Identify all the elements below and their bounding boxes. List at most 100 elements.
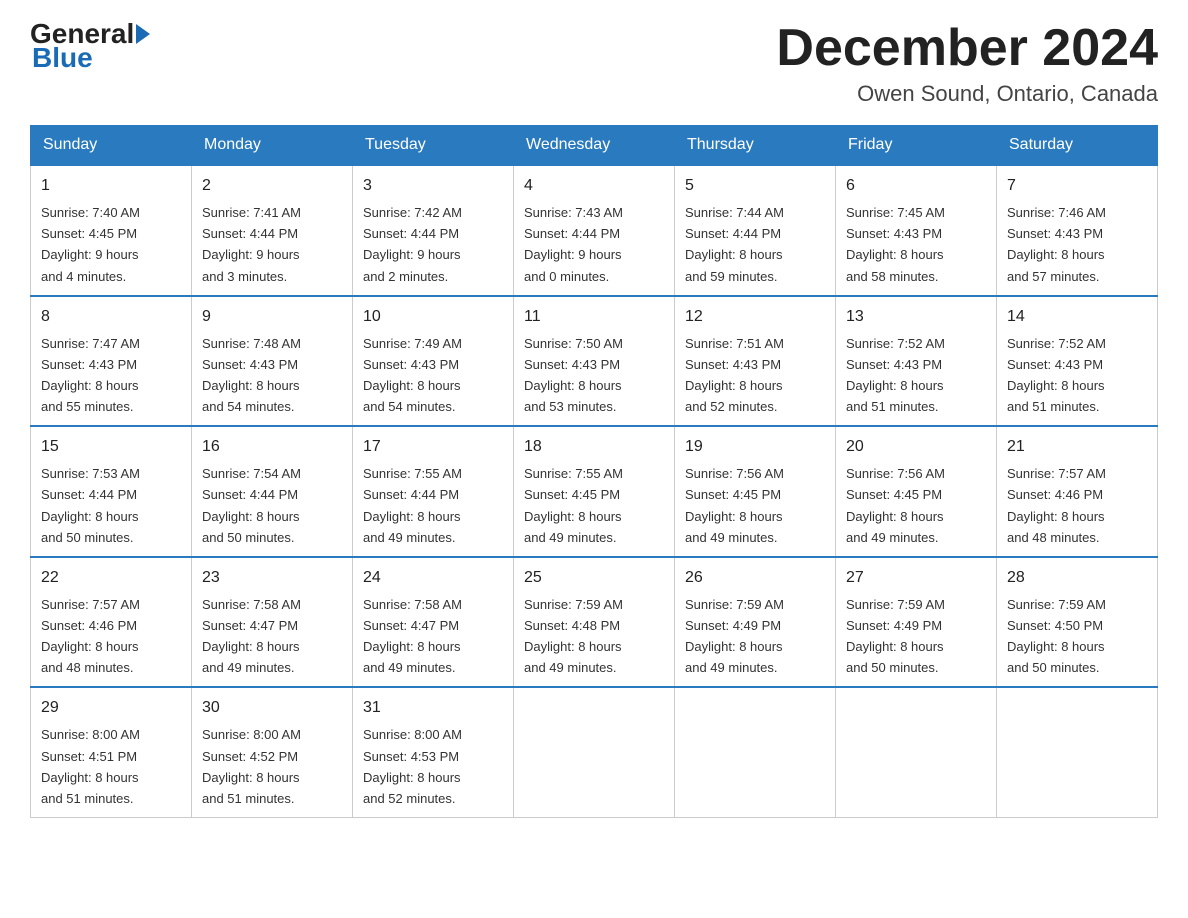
day-info: Sunrise: 7:47 AMSunset: 4:43 PMDaylight:… xyxy=(41,336,140,414)
calendar-cell xyxy=(675,687,836,817)
day-info: Sunrise: 7:58 AMSunset: 4:47 PMDaylight:… xyxy=(202,597,301,675)
day-info: Sunrise: 7:56 AMSunset: 4:45 PMDaylight:… xyxy=(846,466,945,544)
day-info: Sunrise: 7:41 AMSunset: 4:44 PMDaylight:… xyxy=(202,205,301,283)
day-info: Sunrise: 7:59 AMSunset: 4:48 PMDaylight:… xyxy=(524,597,623,675)
calendar-week-row: 8 Sunrise: 7:47 AMSunset: 4:43 PMDayligh… xyxy=(31,296,1158,427)
day-info: Sunrise: 7:42 AMSunset: 4:44 PMDaylight:… xyxy=(363,205,462,283)
day-number: 4 xyxy=(524,174,664,198)
calendar-week-row: 15 Sunrise: 7:53 AMSunset: 4:44 PMDaylig… xyxy=(31,426,1158,557)
day-info: Sunrise: 7:56 AMSunset: 4:45 PMDaylight:… xyxy=(685,466,784,544)
day-info: Sunrise: 7:57 AMSunset: 4:46 PMDaylight:… xyxy=(41,597,140,675)
day-number: 24 xyxy=(363,566,503,590)
calendar-cell: 4 Sunrise: 7:43 AMSunset: 4:44 PMDayligh… xyxy=(514,165,675,296)
day-info: Sunrise: 7:48 AMSunset: 4:43 PMDaylight:… xyxy=(202,336,301,414)
day-number: 25 xyxy=(524,566,664,590)
day-number: 19 xyxy=(685,435,825,459)
calendar-cell: 18 Sunrise: 7:55 AMSunset: 4:45 PMDaylig… xyxy=(514,426,675,557)
day-number: 30 xyxy=(202,696,342,720)
calendar-cell: 24 Sunrise: 7:58 AMSunset: 4:47 PMDaylig… xyxy=(353,557,514,688)
calendar-cell: 22 Sunrise: 7:57 AMSunset: 4:46 PMDaylig… xyxy=(31,557,192,688)
calendar-cell: 2 Sunrise: 7:41 AMSunset: 4:44 PMDayligh… xyxy=(192,165,353,296)
day-info: Sunrise: 7:45 AMSunset: 4:43 PMDaylight:… xyxy=(846,205,945,283)
day-number: 18 xyxy=(524,435,664,459)
day-number: 29 xyxy=(41,696,181,720)
day-info: Sunrise: 7:43 AMSunset: 4:44 PMDaylight:… xyxy=(524,205,623,283)
calendar-cell: 6 Sunrise: 7:45 AMSunset: 4:43 PMDayligh… xyxy=(836,165,997,296)
calendar-cell: 26 Sunrise: 7:59 AMSunset: 4:49 PMDaylig… xyxy=(675,557,836,688)
day-info: Sunrise: 7:58 AMSunset: 4:47 PMDaylight:… xyxy=(363,597,462,675)
weekday-header-friday: Friday xyxy=(836,126,997,166)
day-info: Sunrise: 7:52 AMSunset: 4:43 PMDaylight:… xyxy=(1007,336,1106,414)
day-info: Sunrise: 7:44 AMSunset: 4:44 PMDaylight:… xyxy=(685,205,784,283)
day-number: 3 xyxy=(363,174,503,198)
day-number: 7 xyxy=(1007,174,1147,198)
calendar-cell: 20 Sunrise: 7:56 AMSunset: 4:45 PMDaylig… xyxy=(836,426,997,557)
calendar-cell: 7 Sunrise: 7:46 AMSunset: 4:43 PMDayligh… xyxy=(997,165,1158,296)
calendar-cell: 9 Sunrise: 7:48 AMSunset: 4:43 PMDayligh… xyxy=(192,296,353,427)
day-number: 20 xyxy=(846,435,986,459)
calendar-cell: 31 Sunrise: 8:00 AMSunset: 4:53 PMDaylig… xyxy=(353,687,514,817)
day-number: 13 xyxy=(846,305,986,329)
calendar-cell: 13 Sunrise: 7:52 AMSunset: 4:43 PMDaylig… xyxy=(836,296,997,427)
calendar-cell: 10 Sunrise: 7:49 AMSunset: 4:43 PMDaylig… xyxy=(353,296,514,427)
weekday-header-sunday: Sunday xyxy=(31,126,192,166)
calendar-cell: 17 Sunrise: 7:55 AMSunset: 4:44 PMDaylig… xyxy=(353,426,514,557)
calendar-week-row: 22 Sunrise: 7:57 AMSunset: 4:46 PMDaylig… xyxy=(31,557,1158,688)
day-info: Sunrise: 7:54 AMSunset: 4:44 PMDaylight:… xyxy=(202,466,301,544)
weekday-header-monday: Monday xyxy=(192,126,353,166)
calendar-cell: 19 Sunrise: 7:56 AMSunset: 4:45 PMDaylig… xyxy=(675,426,836,557)
weekday-header-wednesday: Wednesday xyxy=(514,126,675,166)
day-info: Sunrise: 7:49 AMSunset: 4:43 PMDaylight:… xyxy=(363,336,462,414)
day-info: Sunrise: 7:53 AMSunset: 4:44 PMDaylight:… xyxy=(41,466,140,544)
day-number: 21 xyxy=(1007,435,1147,459)
calendar-cell: 14 Sunrise: 7:52 AMSunset: 4:43 PMDaylig… xyxy=(997,296,1158,427)
day-info: Sunrise: 7:57 AMSunset: 4:46 PMDaylight:… xyxy=(1007,466,1106,544)
calendar-week-row: 1 Sunrise: 7:40 AMSunset: 4:45 PMDayligh… xyxy=(31,165,1158,296)
calendar-cell: 23 Sunrise: 7:58 AMSunset: 4:47 PMDaylig… xyxy=(192,557,353,688)
day-number: 6 xyxy=(846,174,986,198)
month-title: December 2024 xyxy=(776,20,1158,77)
day-number: 11 xyxy=(524,305,664,329)
calendar-cell: 3 Sunrise: 7:42 AMSunset: 4:44 PMDayligh… xyxy=(353,165,514,296)
logo-arrow-icon xyxy=(136,24,150,44)
calendar-cell: 15 Sunrise: 7:53 AMSunset: 4:44 PMDaylig… xyxy=(31,426,192,557)
day-info: Sunrise: 7:59 AMSunset: 4:49 PMDaylight:… xyxy=(685,597,784,675)
calendar-week-row: 29 Sunrise: 8:00 AMSunset: 4:51 PMDaylig… xyxy=(31,687,1158,817)
day-number: 17 xyxy=(363,435,503,459)
logo: General Blue xyxy=(30,20,152,72)
calendar-cell: 11 Sunrise: 7:50 AMSunset: 4:43 PMDaylig… xyxy=(514,296,675,427)
calendar-cell: 8 Sunrise: 7:47 AMSunset: 4:43 PMDayligh… xyxy=(31,296,192,427)
day-info: Sunrise: 8:00 AMSunset: 4:51 PMDaylight:… xyxy=(41,727,140,805)
day-number: 26 xyxy=(685,566,825,590)
weekday-header-saturday: Saturday xyxy=(997,126,1158,166)
day-number: 1 xyxy=(41,174,181,198)
day-info: Sunrise: 8:00 AMSunset: 4:53 PMDaylight:… xyxy=(363,727,462,805)
location-title: Owen Sound, Ontario, Canada xyxy=(776,81,1158,107)
day-number: 2 xyxy=(202,174,342,198)
day-info: Sunrise: 7:59 AMSunset: 4:49 PMDaylight:… xyxy=(846,597,945,675)
day-info: Sunrise: 7:50 AMSunset: 4:43 PMDaylight:… xyxy=(524,336,623,414)
day-info: Sunrise: 7:52 AMSunset: 4:43 PMDaylight:… xyxy=(846,336,945,414)
day-number: 27 xyxy=(846,566,986,590)
calendar-cell: 21 Sunrise: 7:57 AMSunset: 4:46 PMDaylig… xyxy=(997,426,1158,557)
day-info: Sunrise: 8:00 AMSunset: 4:52 PMDaylight:… xyxy=(202,727,301,805)
weekday-header-tuesday: Tuesday xyxy=(353,126,514,166)
day-number: 23 xyxy=(202,566,342,590)
day-info: Sunrise: 7:51 AMSunset: 4:43 PMDaylight:… xyxy=(685,336,784,414)
calendar-cell xyxy=(997,687,1158,817)
calendar-cell: 25 Sunrise: 7:59 AMSunset: 4:48 PMDaylig… xyxy=(514,557,675,688)
calendar-cell: 30 Sunrise: 8:00 AMSunset: 4:52 PMDaylig… xyxy=(192,687,353,817)
logo-blue-text: Blue xyxy=(32,44,93,72)
day-number: 10 xyxy=(363,305,503,329)
calendar-cell: 16 Sunrise: 7:54 AMSunset: 4:44 PMDaylig… xyxy=(192,426,353,557)
calendar-cell: 28 Sunrise: 7:59 AMSunset: 4:50 PMDaylig… xyxy=(997,557,1158,688)
day-number: 28 xyxy=(1007,566,1147,590)
page-header: General Blue December 2024 Owen Sound, O… xyxy=(30,20,1158,107)
calendar-cell: 29 Sunrise: 8:00 AMSunset: 4:51 PMDaylig… xyxy=(31,687,192,817)
calendar-cell xyxy=(836,687,997,817)
day-number: 8 xyxy=(41,305,181,329)
day-info: Sunrise: 7:40 AMSunset: 4:45 PMDaylight:… xyxy=(41,205,140,283)
calendar-cell: 5 Sunrise: 7:44 AMSunset: 4:44 PMDayligh… xyxy=(675,165,836,296)
title-area: December 2024 Owen Sound, Ontario, Canad… xyxy=(776,20,1158,107)
day-info: Sunrise: 7:59 AMSunset: 4:50 PMDaylight:… xyxy=(1007,597,1106,675)
